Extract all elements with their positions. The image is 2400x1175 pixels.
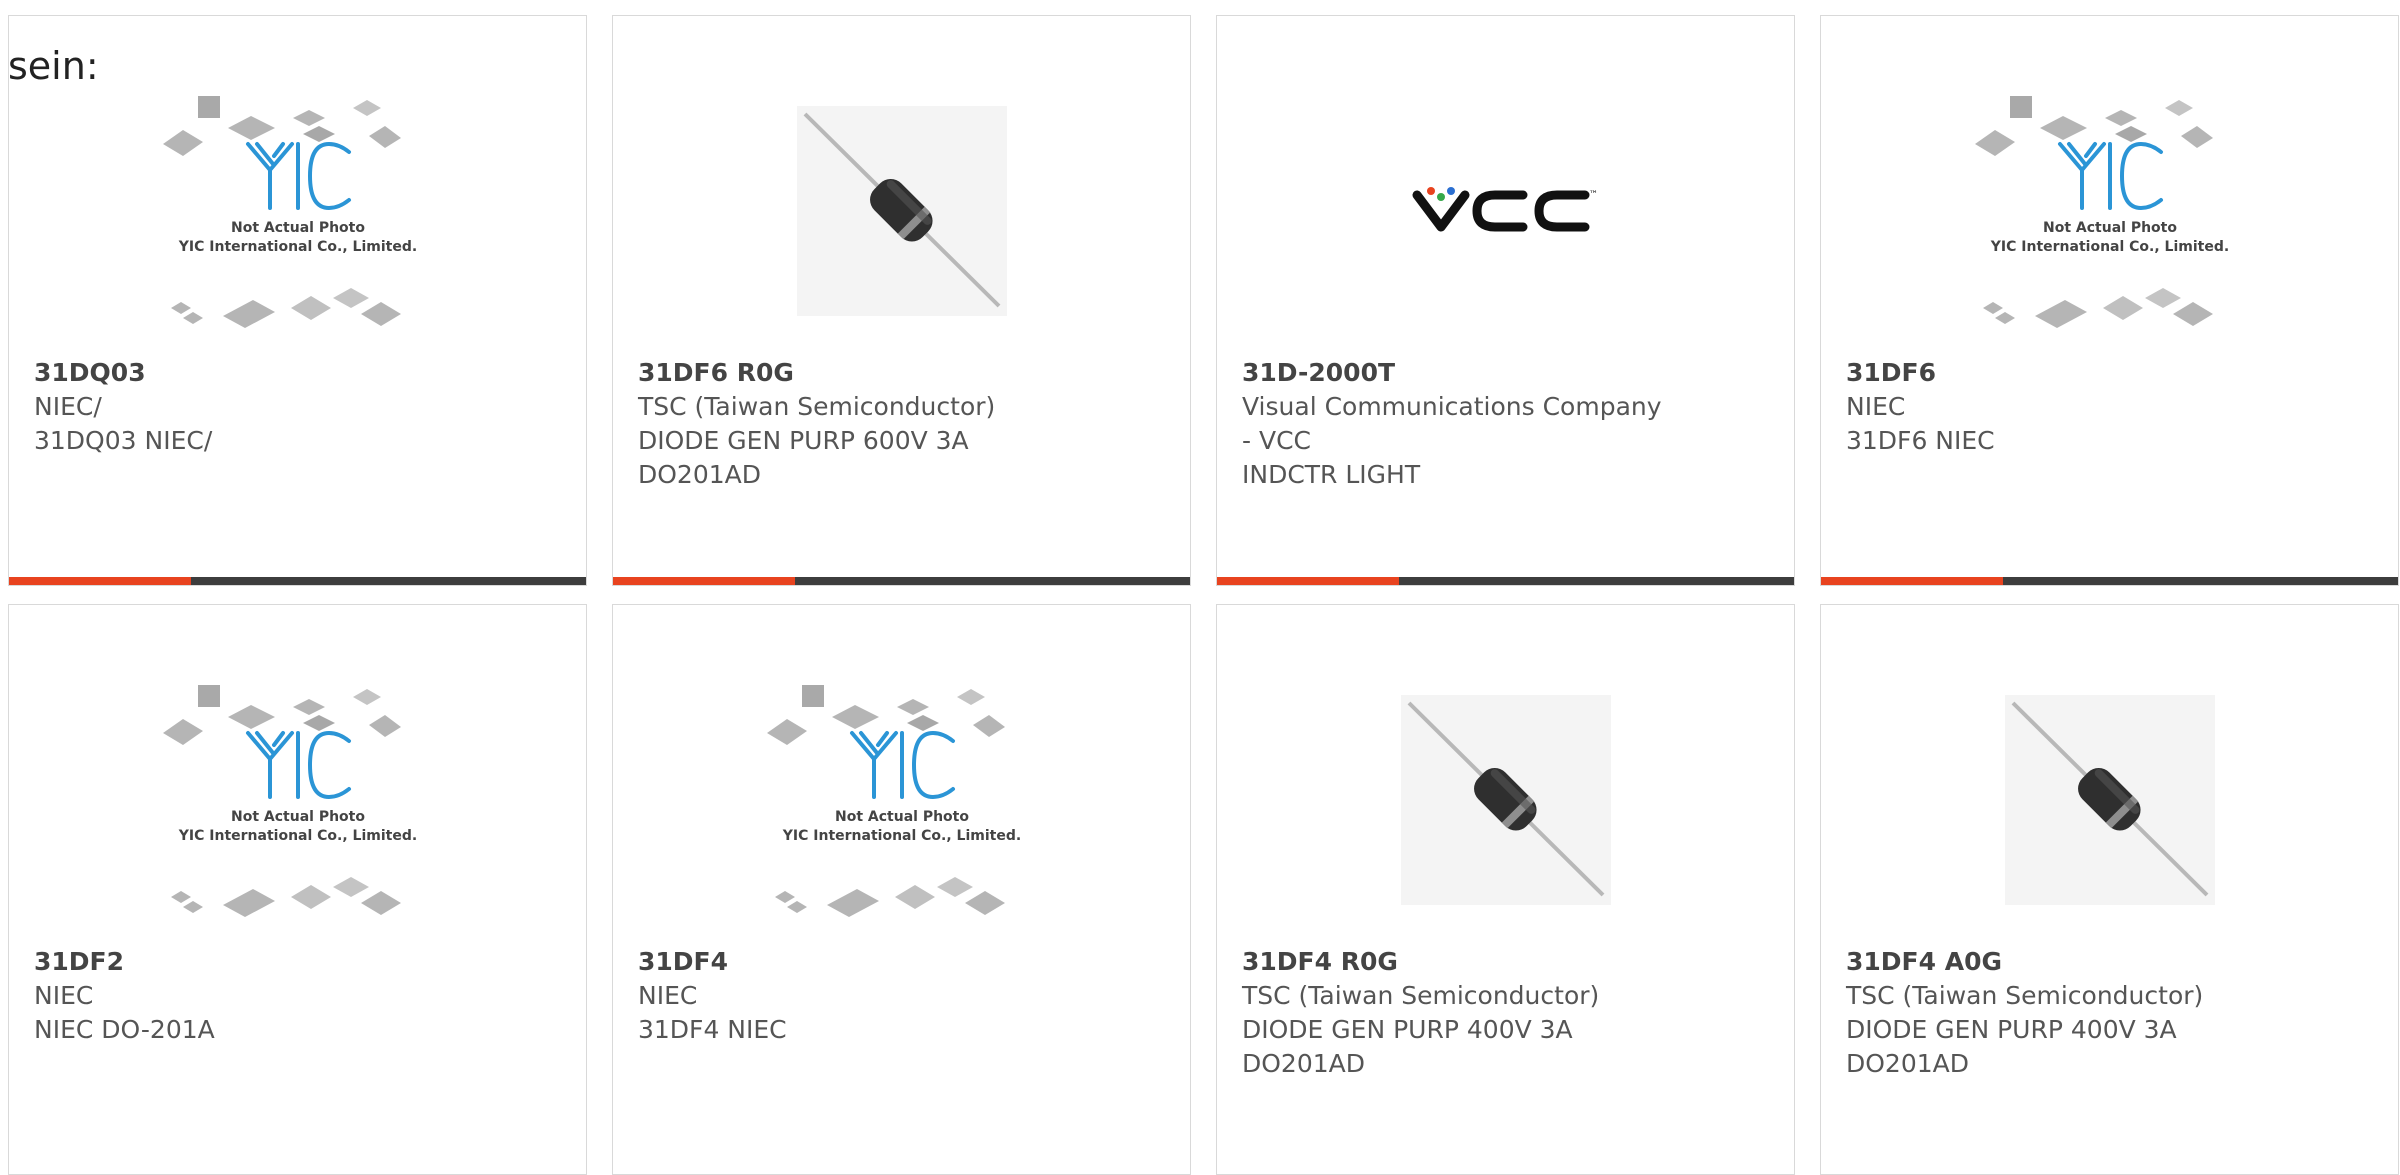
- part-number[interactable]: 31DQ03: [34, 356, 566, 390]
- manufacturer: NIEC: [1846, 392, 1906, 421]
- part-number[interactable]: 31D-2000T: [1242, 356, 1774, 390]
- placeholder-image: Not Actual Photo YIC International Co., …: [1974, 96, 2229, 328]
- product-image[interactable]: Not Actual Photo YIC International Co., …: [1821, 56, 2398, 366]
- part-number[interactable]: 31DF2: [34, 945, 566, 979]
- card-accent-bar: [9, 577, 191, 585]
- card-accent-bar: [1217, 577, 1399, 585]
- card-bottom-bar: [613, 577, 1190, 585]
- svg-text:YIC International Co., Limited: YIC International Co., Limited.: [781, 828, 1020, 844]
- diode-photo: [2004, 695, 2215, 905]
- diode-photo: [796, 106, 1007, 316]
- product-card[interactable]: Not Actual Photo YIC International Co., …: [8, 15, 587, 586]
- svg-text:Not Actual Photo: Not Actual Photo: [2043, 220, 2177, 236]
- svg-text:Not Actual Photo: Not Actual Photo: [231, 809, 365, 825]
- manufacturer: NIEC/: [34, 392, 102, 421]
- product-grid: Not Actual Photo YIC International Co., …: [8, 15, 2399, 1175]
- description-line: DIODE GEN PURP 400V 3A: [1242, 1015, 1573, 1044]
- description-line: NIEC DO-201A: [34, 1015, 215, 1044]
- description-line: 31DF6 NIEC: [1846, 426, 1995, 455]
- product-image[interactable]: ™: [1217, 56, 1794, 366]
- product-image[interactable]: Not Actual Photo YIC International Co., …: [613, 645, 1190, 955]
- product-image[interactable]: [1217, 645, 1794, 955]
- part-number[interactable]: 31DF4 R0G: [1242, 945, 1774, 979]
- manufacturer: TSC (Taiwan Semiconductor): [1846, 981, 2204, 1010]
- product-card[interactable]: ™ 31D-2000T Visual Communications Compan…: [1216, 15, 1795, 586]
- description-line: DIODE GEN PURP 400V 3A: [1846, 1015, 2177, 1044]
- manufacturer: NIEC: [638, 981, 698, 1010]
- description-line: DO201AD: [638, 460, 761, 489]
- part-number[interactable]: 31DF6: [1846, 356, 2378, 390]
- placeholder-image: Not Actual Photo YIC International Co., …: [766, 685, 1021, 917]
- product-card[interactable]: 31DF4 A0G TSC (Taiwan Semiconductor) DIO…: [1820, 604, 2399, 1175]
- product-image[interactable]: Not Actual Photo YIC International Co., …: [9, 645, 586, 955]
- description-line: DO201AD: [1846, 1049, 1969, 1078]
- svg-text:Not Actual Photo: Not Actual Photo: [835, 809, 969, 825]
- diode-photo: [1400, 695, 1611, 905]
- manufacturer: NIEC: [34, 981, 94, 1010]
- placeholder-image: Not Actual Photo YIC International Co., …: [162, 96, 417, 328]
- product-image[interactable]: Not Actual Photo YIC International Co., …: [9, 56, 586, 366]
- description-line: - VCC: [1242, 426, 1311, 455]
- product-card[interactable]: Not Actual Photo YIC International Co., …: [8, 604, 587, 1175]
- manufacturer: Visual Communications Company: [1242, 392, 1662, 421]
- svg-text:YIC International Co., Limited: YIC International Co., Limited.: [177, 828, 416, 844]
- placeholder-image: Not Actual Photo YIC International Co., …: [162, 685, 417, 917]
- description-line: DO201AD: [1242, 1049, 1365, 1078]
- svg-text:YIC International Co., Limited: YIC International Co., Limited.: [177, 239, 416, 255]
- card-bottom-bar: [1821, 577, 2398, 585]
- product-card[interactable]: Not Actual Photo YIC International Co., …: [1820, 15, 2399, 586]
- manufacturer: TSC (Taiwan Semiconductor): [638, 392, 996, 421]
- description-line: 31DQ03 NIEC/: [34, 426, 213, 455]
- product-card[interactable]: 31DF6 R0G TSC (Taiwan Semiconductor) DIO…: [612, 15, 1191, 586]
- svg-text:™: ™: [1589, 190, 1598, 200]
- svg-text:YIC International Co., Limited: YIC International Co., Limited.: [1989, 239, 2228, 255]
- card-bottom-bar: [9, 577, 586, 585]
- card-accent-bar: [1821, 577, 2003, 585]
- svg-text:Not Actual Photo: Not Actual Photo: [231, 220, 365, 236]
- description-line: 31DF4 NIEC: [638, 1015, 787, 1044]
- part-number[interactable]: 31DF4 A0G: [1846, 945, 2378, 979]
- card-accent-bar: [613, 577, 795, 585]
- product-card[interactable]: 31DF4 R0G TSC (Taiwan Semiconductor) DIO…: [1216, 604, 1795, 1175]
- product-card[interactable]: Not Actual Photo YIC International Co., …: [612, 604, 1191, 1175]
- part-number[interactable]: 31DF6 R0G: [638, 356, 1170, 390]
- card-bottom-bar: [1217, 577, 1794, 585]
- manufacturer: TSC (Taiwan Semiconductor): [1242, 981, 1600, 1010]
- description-line: INDCTR LIGHT: [1242, 460, 1421, 489]
- cut-off-text: sein:: [8, 44, 99, 88]
- part-number[interactable]: 31DF4: [638, 945, 1170, 979]
- vcc-logo: ™: [1412, 187, 1598, 232]
- description-line: DIODE GEN PURP 600V 3A: [638, 426, 969, 455]
- product-image[interactable]: [1821, 645, 2398, 955]
- product-image[interactable]: [613, 56, 1190, 366]
